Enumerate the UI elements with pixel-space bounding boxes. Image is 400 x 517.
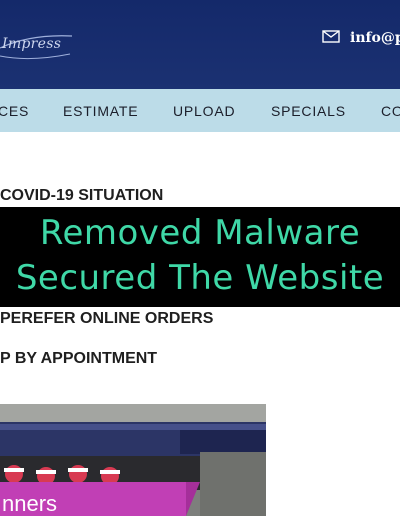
nav-item-specials[interactable]: SPECIALS	[271, 103, 346, 119]
appointment-notice: P BY APPOINTMENT	[0, 350, 158, 367]
mail-icon	[322, 30, 340, 43]
online-orders-notice: PEREFER ONLINE ORDERS	[0, 310, 214, 327]
nav-item-estimate[interactable]: ESTIMATE	[63, 103, 138, 119]
contact-email-link[interactable]: info@p	[350, 30, 400, 46]
promo-label: nners	[2, 491, 58, 516]
site-header: Impress info@p	[0, 0, 400, 89]
nav-item-contact[interactable]: CO	[381, 103, 400, 119]
overlay-line-1: Removed Malware	[39, 213, 361, 253]
overlay-banner: Removed Malware Secured The Website	[0, 207, 400, 307]
nav-item-upload[interactable]: UPLOAD	[173, 103, 235, 119]
nav-item-services[interactable]: CES	[0, 103, 29, 119]
overlay-line-2: Secured The Website	[15, 258, 385, 298]
main-nav: CES ESTIMATE UPLOAD SPECIALS CO	[0, 89, 400, 132]
covid-notice-heading: COVID-19 SITUATION	[0, 187, 164, 204]
logo-text[interactable]: Impress	[2, 36, 61, 52]
